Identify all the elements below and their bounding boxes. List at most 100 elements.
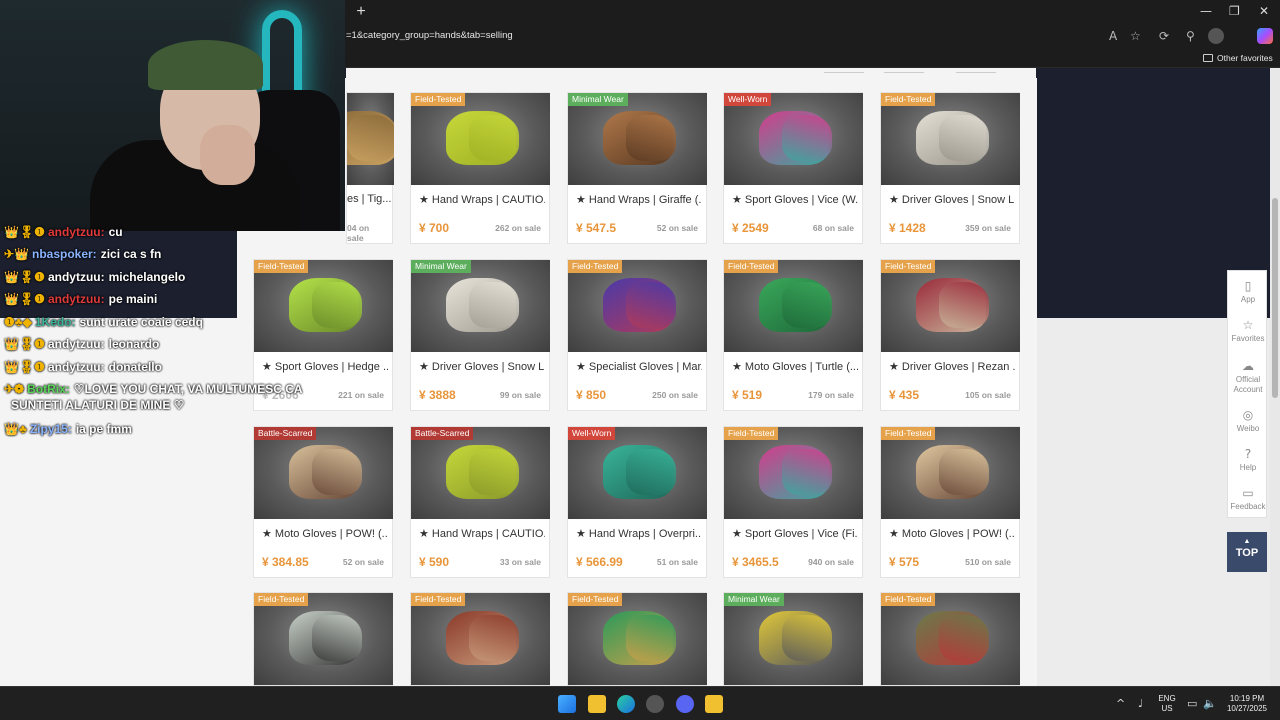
sidebar-item-help[interactable]: ? Help — [1228, 447, 1268, 473]
item-name[interactable]: ★ Driver Gloves | Snow L... — [889, 193, 1015, 206]
sidebar-item-app[interactable]: ▯ App — [1228, 279, 1268, 305]
item-name[interactable]: ★ Moto Gloves | POW! (... — [889, 527, 1015, 540]
wear-badge: Well-Worn — [724, 93, 772, 106]
item-card[interactable]: Field-Tested ★ Driver Gloves | Rezan ... ¥… — [880, 259, 1020, 411]
on-sale-count: 04 on sale — [347, 223, 370, 243]
other-favorites-button[interactable]: Other favorites — [1203, 53, 1273, 63]
microphone-icon[interactable]: ♩ — [1138, 697, 1143, 710]
app-icon-2[interactable] — [705, 695, 723, 713]
item-card[interactable]: Field-Tested — [410, 592, 550, 686]
item-image[interactable]: Field-Tested — [724, 260, 863, 352]
item-price: ¥ 519 — [732, 388, 763, 402]
item-image[interactable]: Minimal Wear — [411, 260, 550, 352]
item-card[interactable]: Field-Tested ★ Hand Wraps | CAUTIO... ¥ 70… — [410, 92, 550, 244]
item-image[interactable]: Field-Tested — [881, 93, 1020, 185]
item-image[interactable]: Field-Tested — [881, 427, 1020, 519]
item-image[interactable]: Field-Tested — [881, 593, 1020, 685]
item-image[interactable]: Field-Tested — [568, 593, 707, 685]
scrollbar-thumb[interactable] — [1272, 198, 1278, 398]
item-card[interactable]: Well-Worn ★ Sport Gloves | Vice (W... ¥ 25… — [723, 92, 863, 244]
minimize-button[interactable]: — — [1200, 4, 1212, 18]
file-explorer-icon[interactable] — [588, 695, 606, 713]
on-sale-count: 105 on sale — [965, 390, 1011, 400]
edge-icon[interactable] — [617, 695, 635, 713]
chat-message: 👑🎖❶ andytzuu: leonardo — [4, 337, 159, 351]
sidebar-item-official-account[interactable]: ☁ Official Account — [1228, 359, 1268, 395]
item-image[interactable]: Minimal Wear — [568, 93, 707, 185]
item-card[interactable]: Field-Tested — [880, 592, 1020, 686]
read-aloud-icon[interactable]: A — [1109, 29, 1117, 43]
item-name[interactable]: ★ Sport Gloves | Vice (Fi... — [732, 527, 858, 540]
restore-button[interactable]: ❐ — [1229, 4, 1240, 18]
item-image[interactable]: Field-Tested — [411, 93, 550, 185]
start-icon[interactable] — [558, 695, 576, 713]
favorite-star-icon[interactable]: ☆ — [1130, 29, 1141, 43]
item-card[interactable]: Minimal Wear — [723, 592, 863, 686]
filter-tab[interactable] — [884, 68, 924, 73]
item-name[interactable]: ★ Driver Gloves | Snow L... — [419, 360, 545, 373]
wear-badge: Field-Tested — [411, 93, 466, 106]
profile-avatar[interactable] — [1208, 28, 1224, 44]
close-button[interactable]: ✕ — [1259, 4, 1269, 18]
back-to-top-button[interactable]: ▲ TOP — [1227, 532, 1267, 572]
filter-tab[interactable] — [956, 68, 996, 73]
copilot-icon[interactable] — [1257, 28, 1273, 44]
item-card[interactable]: Field-Tested — [567, 592, 707, 686]
language-indicator[interactable]: ENG US — [1154, 694, 1180, 714]
item-card[interactable]: Field-Tested ★ Sport Gloves | Vice (Fi...… — [723, 426, 863, 578]
new-tab-button[interactable]: + — [352, 3, 370, 21]
page-scrollbar[interactable] — [1270, 68, 1280, 686]
item-card[interactable]: Field-Tested — [253, 592, 393, 686]
sidebar-item-favorites[interactable]: ☆ Favorites — [1228, 318, 1268, 344]
app-icon[interactable] — [646, 695, 664, 713]
url-field[interactable]: =1&category_group=hands&tab=selling — [346, 30, 513, 41]
item-card[interactable]: Minimal Wear ★ Driver Gloves | Snow L... ¥… — [410, 259, 550, 411]
item-card[interactable]: Minimal Wear ★ Hand Wraps | Giraffe (... ¥… — [567, 92, 707, 244]
item-name[interactable]: ★ Moto Gloves | POW! (... — [262, 527, 388, 540]
item-image[interactable]: Battle-Scarred — [411, 427, 550, 519]
sidebar-item-feedback[interactable]: ▭ Feedback — [1228, 486, 1268, 512]
sidebar-item-label: Help — [1239, 463, 1257, 472]
item-name[interactable]: ★ Hand Wraps | CAUTIO... — [419, 527, 545, 540]
chat-message: 👑♣ Zipy15: ia pe fmm — [4, 422, 132, 436]
item-card[interactable]: es | Tig... 04 on sale — [346, 92, 394, 244]
item-image[interactable]: Field-Tested — [568, 260, 707, 352]
sidebar-item-weibo[interactable]: ◎ Weibo — [1228, 408, 1268, 434]
item-name[interactable]: ★ Sport Gloves | Vice (W... — [732, 193, 858, 206]
item-name[interactable]: ★ Specialist Gloves | Mar... — [576, 360, 702, 373]
item-image[interactable]: Well-Worn — [724, 93, 863, 185]
item-image[interactable] — [347, 93, 394, 185]
item-name[interactable]: es | Tig... — [347, 193, 391, 205]
item-name[interactable]: ★ Hand Wraps | CAUTIO... — [419, 193, 545, 206]
item-card[interactable]: Field-Tested ★ Specialist Gloves | Mar...… — [567, 259, 707, 411]
extensions-icon[interactable]: ⟳ — [1159, 29, 1169, 43]
chat-overlay: 👑🎖❶ andytzuu: cu ✈👑 nbaspoker: zici ca s fn 👑🎖… — [0, 225, 345, 451]
wear-badge: Field-Tested — [881, 260, 936, 273]
item-card[interactable]: Well-Worn ★ Hand Wraps | Overpri... ¥ 566.… — [567, 426, 707, 578]
discord-icon[interactable] — [676, 695, 694, 713]
on-sale-count: 33 on sale — [499, 557, 541, 567]
item-image[interactable]: Field-Tested — [254, 593, 393, 685]
item-name[interactable]: ★ Driver Gloves | Rezan ... — [889, 360, 1015, 373]
item-image[interactable]: Minimal Wear — [724, 593, 863, 685]
clock[interactable]: 10:19 PM 10/27/2025 — [1222, 694, 1272, 714]
filter-tab[interactable] — [824, 68, 864, 73]
item-image[interactable]: Field-Tested — [411, 593, 550, 685]
item-name[interactable]: ★ Moto Gloves | Turtle (... — [732, 360, 858, 373]
collections-icon[interactable]: ⚲ — [1186, 29, 1195, 43]
item-card[interactable]: Field-Tested ★ Moto Gloves | Turtle (... ¥… — [723, 259, 863, 411]
volume-icon[interactable]: 🔈 — [1203, 697, 1217, 710]
network-icon[interactable]: ▭ — [1187, 697, 1197, 710]
tray-chevron-icon[interactable]: ^ — [1116, 697, 1125, 710]
item-card[interactable]: Field-Tested ★ Driver Gloves | Snow L... ¥… — [880, 92, 1020, 244]
item-name[interactable]: ★ Hand Wraps | Giraffe (... — [576, 193, 702, 206]
item-card[interactable]: Field-Tested ★ Moto Gloves | POW! (... ¥ 5… — [880, 426, 1020, 578]
wear-badge: Field-Tested — [254, 593, 309, 606]
item-name[interactable]: ★ Hand Wraps | Overpri... — [576, 527, 702, 540]
item-image[interactable]: Field-Tested — [881, 260, 1020, 352]
on-sale-count: 51 on sale — [656, 557, 698, 567]
glove-image — [626, 115, 676, 161]
item-image[interactable]: Well-Worn — [568, 427, 707, 519]
item-card[interactable]: Battle-Scarred ★ Hand Wraps | CAUTIO... ¥ … — [410, 426, 550, 578]
item-image[interactable]: Field-Tested — [724, 427, 863, 519]
